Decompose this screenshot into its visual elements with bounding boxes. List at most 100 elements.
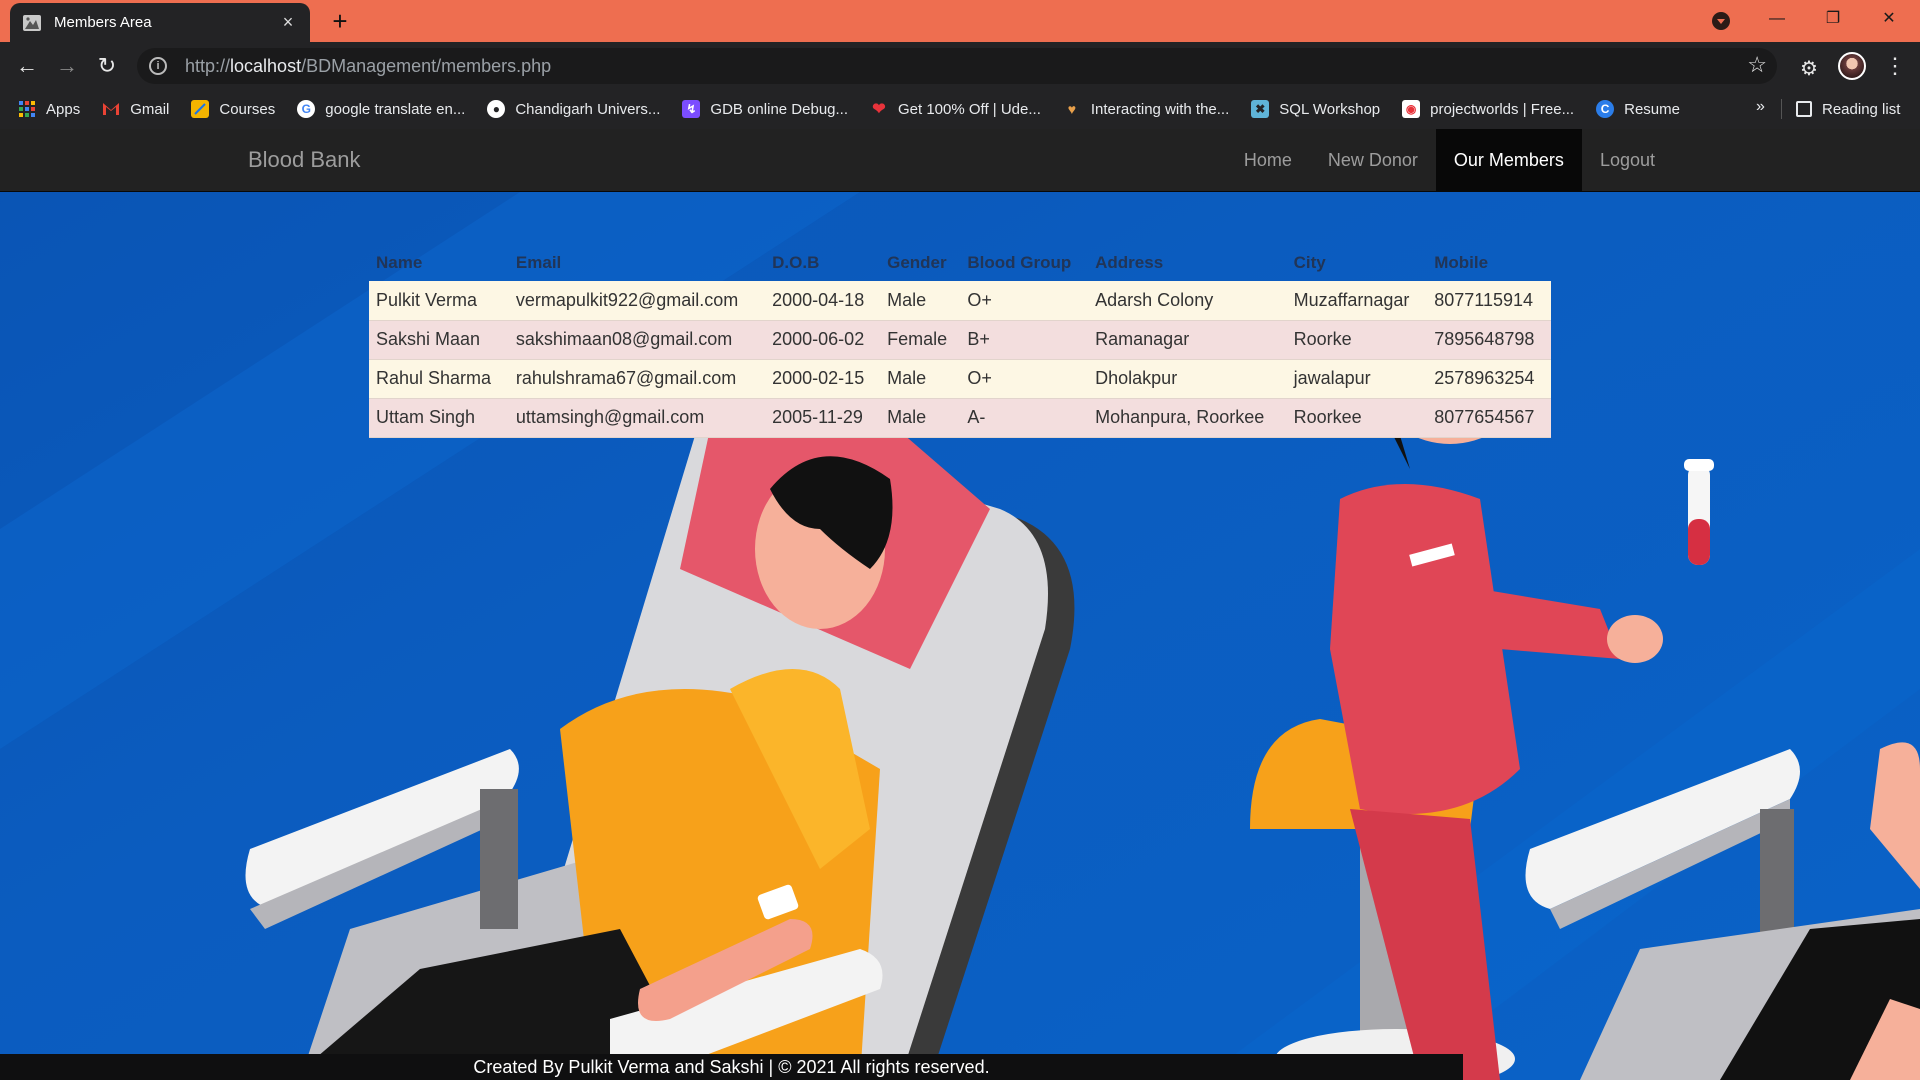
bookmark-label: Gmail	[130, 100, 170, 118]
profile-avatar[interactable]	[1838, 52, 1866, 80]
browser-menu-icon[interactable]: ⋮	[1884, 52, 1906, 80]
bookmark-resume[interactable]: C Resume	[1596, 100, 1680, 118]
nav-our-members[interactable]: Our Members	[1435, 129, 1582, 192]
header-dob: D.O.B	[772, 253, 820, 272]
header-gender: Gender	[887, 253, 947, 272]
bookmark-apps[interactable]: Apps	[18, 100, 80, 118]
footer-text: Created By Pulkit Verma and Sakshi | © 2…	[473, 1057, 990, 1077]
cell-dob: 2005-11-29	[765, 398, 881, 438]
handshake-icon: ♥	[1067, 101, 1077, 117]
apps-grid-icon	[18, 100, 36, 118]
bookmark-label: Courses	[219, 100, 276, 118]
bookmark-star-icon[interactable]: ☆	[1747, 52, 1767, 78]
members-table-container: Name Email D.O.B Gender Blood Group Addr…	[369, 241, 1551, 438]
cell-email: vermapulkit922@gmail.com	[508, 281, 766, 321]
header-city: City	[1293, 253, 1326, 272]
browser-title-bar: Members Area × + — ❐ ✕	[0, 0, 1920, 42]
site-footer: Created By Pulkit Verma and Sakshi | © 2…	[0, 1054, 1463, 1080]
bookmark-chandigarh[interactable]: ● Chandigarh Univers...	[487, 100, 660, 118]
bookmarks-overflow-icon[interactable]: »	[1756, 98, 1765, 116]
new-tab-button[interactable]: +	[324, 6, 356, 38]
cell-email: sakshimaan08@gmail.com	[508, 320, 766, 360]
tab-title: Members Area	[54, 14, 152, 31]
nav-new-donor[interactable]: New Donor	[1310, 129, 1436, 192]
cell-address: Dholakpur	[1088, 359, 1287, 399]
bookmark-google-translate[interactable]: G google translate en...	[297, 100, 465, 118]
header-email: Email	[515, 253, 562, 272]
header-blood-group: Blood Group	[967, 253, 1072, 272]
close-tab-icon[interactable]: ×	[278, 12, 298, 33]
bookmarks-bar: Apps Gmail Courses G google translate en…	[0, 89, 1920, 129]
bookmark-udemy[interactable]: ❤ Get 100% Off | Ude...	[870, 100, 1041, 119]
page-viewport: Blood Bank Home New Donor Our Members Lo…	[0, 129, 1920, 1080]
globe-icon: ●	[487, 100, 506, 118]
bookmark-label: projectworlds | Free...	[1430, 100, 1575, 118]
reload-icon[interactable]: ↻	[91, 50, 123, 82]
nav-home[interactable]: Home	[1226, 129, 1310, 192]
cell-mobile: 2578963254	[1427, 359, 1551, 399]
bookmark-label: Get 100% Off | Ude...	[898, 100, 1041, 118]
cell-mobile: 8077654567	[1427, 398, 1551, 438]
nav-links: Home New Donor Our Members Logout	[1226, 129, 1673, 192]
browser-tab-active[interactable]: Members Area ×	[10, 3, 310, 42]
bookmark-courses[interactable]: Courses	[191, 100, 275, 118]
cell-city: Muzaffarnagar	[1286, 281, 1428, 321]
bookmark-projectworlds[interactable]: ◉ projectworlds | Free...	[1402, 100, 1574, 118]
reading-list-label: Reading list	[1822, 100, 1901, 118]
back-arrow-icon[interactable]: ←	[11, 50, 43, 82]
table-header-row: Name Email D.O.B Gender Blood Group Addr…	[369, 241, 1551, 281]
cell-city: jawalapur	[1286, 359, 1428, 399]
bookmark-label: google translate en...	[325, 100, 466, 118]
gdb-icon: ↯	[682, 100, 701, 118]
url-prefix: http://	[185, 55, 231, 76]
close-window-icon[interactable]: ✕	[1866, 4, 1912, 34]
nav-logout[interactable]: Logout	[1582, 129, 1673, 192]
forward-arrow-icon[interactable]: →	[51, 50, 83, 82]
bookmark-interacting[interactable]: ♥ Interacting with the...	[1063, 100, 1230, 118]
cell-city: Roorkee	[1286, 398, 1428, 438]
cell-blood-group: A-	[960, 398, 1089, 438]
extensions-puzzle-icon[interactable]: ⚙	[1800, 56, 1818, 81]
cell-email: rahulshrama67@gmail.com	[508, 359, 766, 399]
brand-logo-text[interactable]: Blood Bank	[248, 147, 361, 173]
cell-name: Sakshi Maan	[369, 320, 509, 360]
bookmarks-divider	[1781, 99, 1782, 119]
cell-gender: Male	[880, 398, 961, 438]
table-row: Sakshi Maan sakshimaan08@gmail.com 2000-…	[369, 320, 1551, 360]
url-host: localhost	[230, 55, 302, 76]
cell-mobile: 7895648798	[1427, 320, 1551, 360]
sql-workshop-icon: ✖	[1251, 100, 1270, 118]
cell-blood-group: O+	[960, 359, 1089, 399]
projectworlds-icon: ◉	[1402, 100, 1421, 118]
cell-dob: 2000-02-15	[765, 359, 881, 399]
profile-dropdown-icon[interactable]	[1712, 12, 1730, 30]
reading-list-icon	[1796, 101, 1812, 117]
address-bar[interactable]: i http://localhost/BDManagement/members.…	[137, 48, 1777, 84]
site-favicon-icon	[23, 14, 41, 31]
google-icon: G	[297, 100, 316, 118]
cell-address: Adarsh Colony	[1088, 281, 1287, 321]
reading-list-button[interactable]: Reading list	[1796, 89, 1900, 129]
cell-mobile: 8077115914	[1427, 281, 1551, 321]
site-info-icon[interactable]: i	[149, 57, 167, 75]
bookmark-gdb[interactable]: ↯ GDB online Debug...	[682, 100, 848, 118]
cell-blood-group: B+	[960, 320, 1089, 360]
cell-city: Roorke	[1286, 320, 1428, 360]
cell-blood-group: O+	[960, 281, 1089, 321]
bookmark-label: GDB online Debug...	[710, 100, 848, 118]
gmail-icon	[102, 100, 120, 118]
bookmark-gmail[interactable]: Gmail	[102, 100, 169, 118]
table-row: Uttam Singh uttamsingh@gmail.com 2005-11…	[369, 398, 1551, 438]
cell-email: uttamsingh@gmail.com	[508, 398, 766, 438]
courses-icon	[191, 100, 210, 118]
bookmark-label: Resume	[1624, 100, 1680, 118]
cell-gender: Male	[880, 281, 961, 321]
cell-dob: 2000-06-02	[765, 320, 881, 360]
members-table: Name Email D.O.B Gender Blood Group Addr…	[369, 241, 1551, 438]
minimize-icon[interactable]: —	[1754, 4, 1800, 34]
cell-name: Pulkit Verma	[369, 281, 509, 321]
restore-icon[interactable]: ❐	[1810, 4, 1856, 34]
cell-name: Uttam Singh	[369, 398, 509, 438]
header-mobile: Mobile	[1434, 253, 1489, 272]
bookmark-sql-workshop[interactable]: ✖ SQL Workshop	[1251, 100, 1380, 118]
